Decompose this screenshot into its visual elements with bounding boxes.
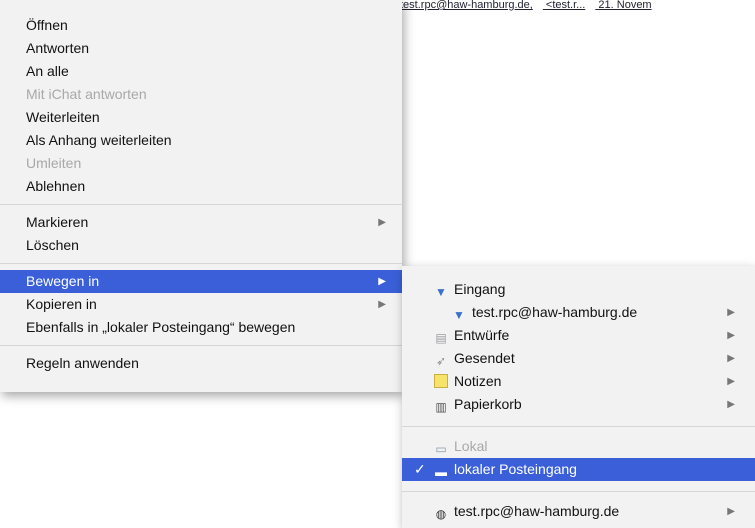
submenu-item-inbox[interactable]: ▼ Eingang [402,278,755,301]
menu-item-apply-rules[interactable]: Regeln anwenden [0,352,402,375]
submenu-arrow-icon: ▶ [378,217,386,228]
submenu-separator [402,491,755,492]
menu-item-label: Regeln anwenden [26,355,139,371]
submenu-arrow-icon: ▶ [727,506,735,517]
submenu-item-label: Papierkorb [454,396,522,412]
submenu-item-drafts[interactable]: ▤ Entwürfe ▶ [402,324,755,347]
menu-separator [0,204,402,205]
menu-item-label: An alle [26,63,69,79]
submenu-item-trash[interactable]: ▥ Papierkorb ▶ [402,393,755,416]
menu-item-label: Als Anhang weiterleiten [26,132,172,148]
sent-icon: ➶ [435,354,447,368]
menu-separator [0,263,402,264]
submenu-arrow-icon: ▶ [727,376,735,387]
message-context-menu: Öffnen Antworten An alle Mit iChat antwo… [0,0,402,392]
menu-item-open[interactable]: Öffnen [0,14,402,37]
menu-item-forward-as-attachment[interactable]: Als Anhang weiterleiten [0,129,402,152]
menu-item-label: Ebenfalls in „lokaler Posteingang“ beweg… [26,319,296,335]
submenu-header-local: ▭ Lokal [402,435,755,458]
menu-item-label: Mit iChat antworten [26,86,147,102]
menu-item-label: Ablehnen [26,178,86,194]
menu-item-label: Löschen [26,237,79,253]
mail-row-from: test.rpc@haw-hamburg.de, [400,0,533,11]
menu-item-label: Antworten [26,40,90,56]
submenu-item-account[interactable]: ◍ test.rpc@haw-hamburg.de ▶ [402,500,755,523]
globe-icon: ◍ [435,507,447,521]
submenu-arrow-icon: ▶ [727,399,735,410]
menu-item-reply-ichat: Mit iChat antworten [0,83,402,106]
mail-row-to: <test.r... [545,0,586,11]
menu-item-reply[interactable]: Antworten [0,37,402,60]
notes-icon [434,374,448,388]
menu-item-label: Kopieren in [26,296,97,312]
submenu-arrow-icon: ▶ [378,276,386,287]
menu-item-redirect: Umleiten [0,152,402,175]
submenu-item-local-inbox[interactable]: ✓ ▬ lokaler Posteingang [402,458,755,481]
submenu-arrow-icon: ▶ [378,299,386,310]
menu-item-label: Markieren [26,214,89,230]
menu-item-forward[interactable]: Weiterleiten [0,106,402,129]
submenu-item-sent[interactable]: ➶ Gesendet ▶ [402,347,755,370]
computer-icon: ▭ [435,442,447,456]
submenu-item-inbox-account[interactable]: ▼ test.rpc@haw-hamburg.de ▶ [402,301,755,324]
submenu-item-label: test.rpc@haw-hamburg.de [472,304,638,320]
trash-icon: ▥ [435,400,447,414]
submenu-arrow-icon: ▶ [727,330,735,341]
menu-item-label: Öffnen [26,17,68,33]
submenu-separator [402,426,755,427]
folder-icon: ▬ [435,465,447,479]
menu-item-decline[interactable]: Ablehnen [0,175,402,198]
inbox-account-icon: ▼ [453,308,465,322]
menu-item-reply-all[interactable]: An alle [0,60,402,83]
mail-list-row[interactable]: test.rpc@haw-hamburg.de, <test.r... 21. … [400,0,755,12]
submenu-item-label: Gesendet [454,350,515,366]
menu-item-also-move-to-local-inbox[interactable]: Ebenfalls in „lokaler Posteingang“ beweg… [0,316,402,339]
menu-item-copy-to[interactable]: Kopieren in ▶ [0,293,402,316]
mail-row-date: 21. Novem [598,0,652,11]
menu-separator [0,345,402,346]
submenu-item-label: Notizen [454,373,502,389]
inbox-icon: ▼ [435,285,447,299]
menu-item-delete[interactable]: Löschen [0,234,402,257]
menu-item-label: Weiterleiten [26,109,100,125]
submenu-item-notes[interactable]: Notizen ▶ [402,370,755,393]
submenu-item-label: lokaler Posteingang [454,461,577,477]
menu-item-label: Bewegen in [26,273,100,289]
menu-item-move-to[interactable]: Bewegen in ▶ [0,270,402,293]
drafts-icon: ▤ [435,331,447,345]
submenu-arrow-icon: ▶ [727,307,735,318]
submenu-item-label: Entwürfe [454,327,510,343]
submenu-arrow-icon: ▶ [727,353,735,364]
submenu-item-label: test.rpc@haw-hamburg.de [454,503,620,519]
checkmark-icon: ✓ [414,461,426,477]
menu-item-mark[interactable]: Markieren ▶ [0,211,402,234]
menu-item-label: Umleiten [26,155,82,171]
move-to-submenu: ▼ Eingang ▼ test.rpc@haw-hamburg.de ▶ ▤ Ent… [402,266,755,528]
submenu-item-label: Eingang [454,281,506,297]
submenu-item-label: Lokal [454,438,488,454]
